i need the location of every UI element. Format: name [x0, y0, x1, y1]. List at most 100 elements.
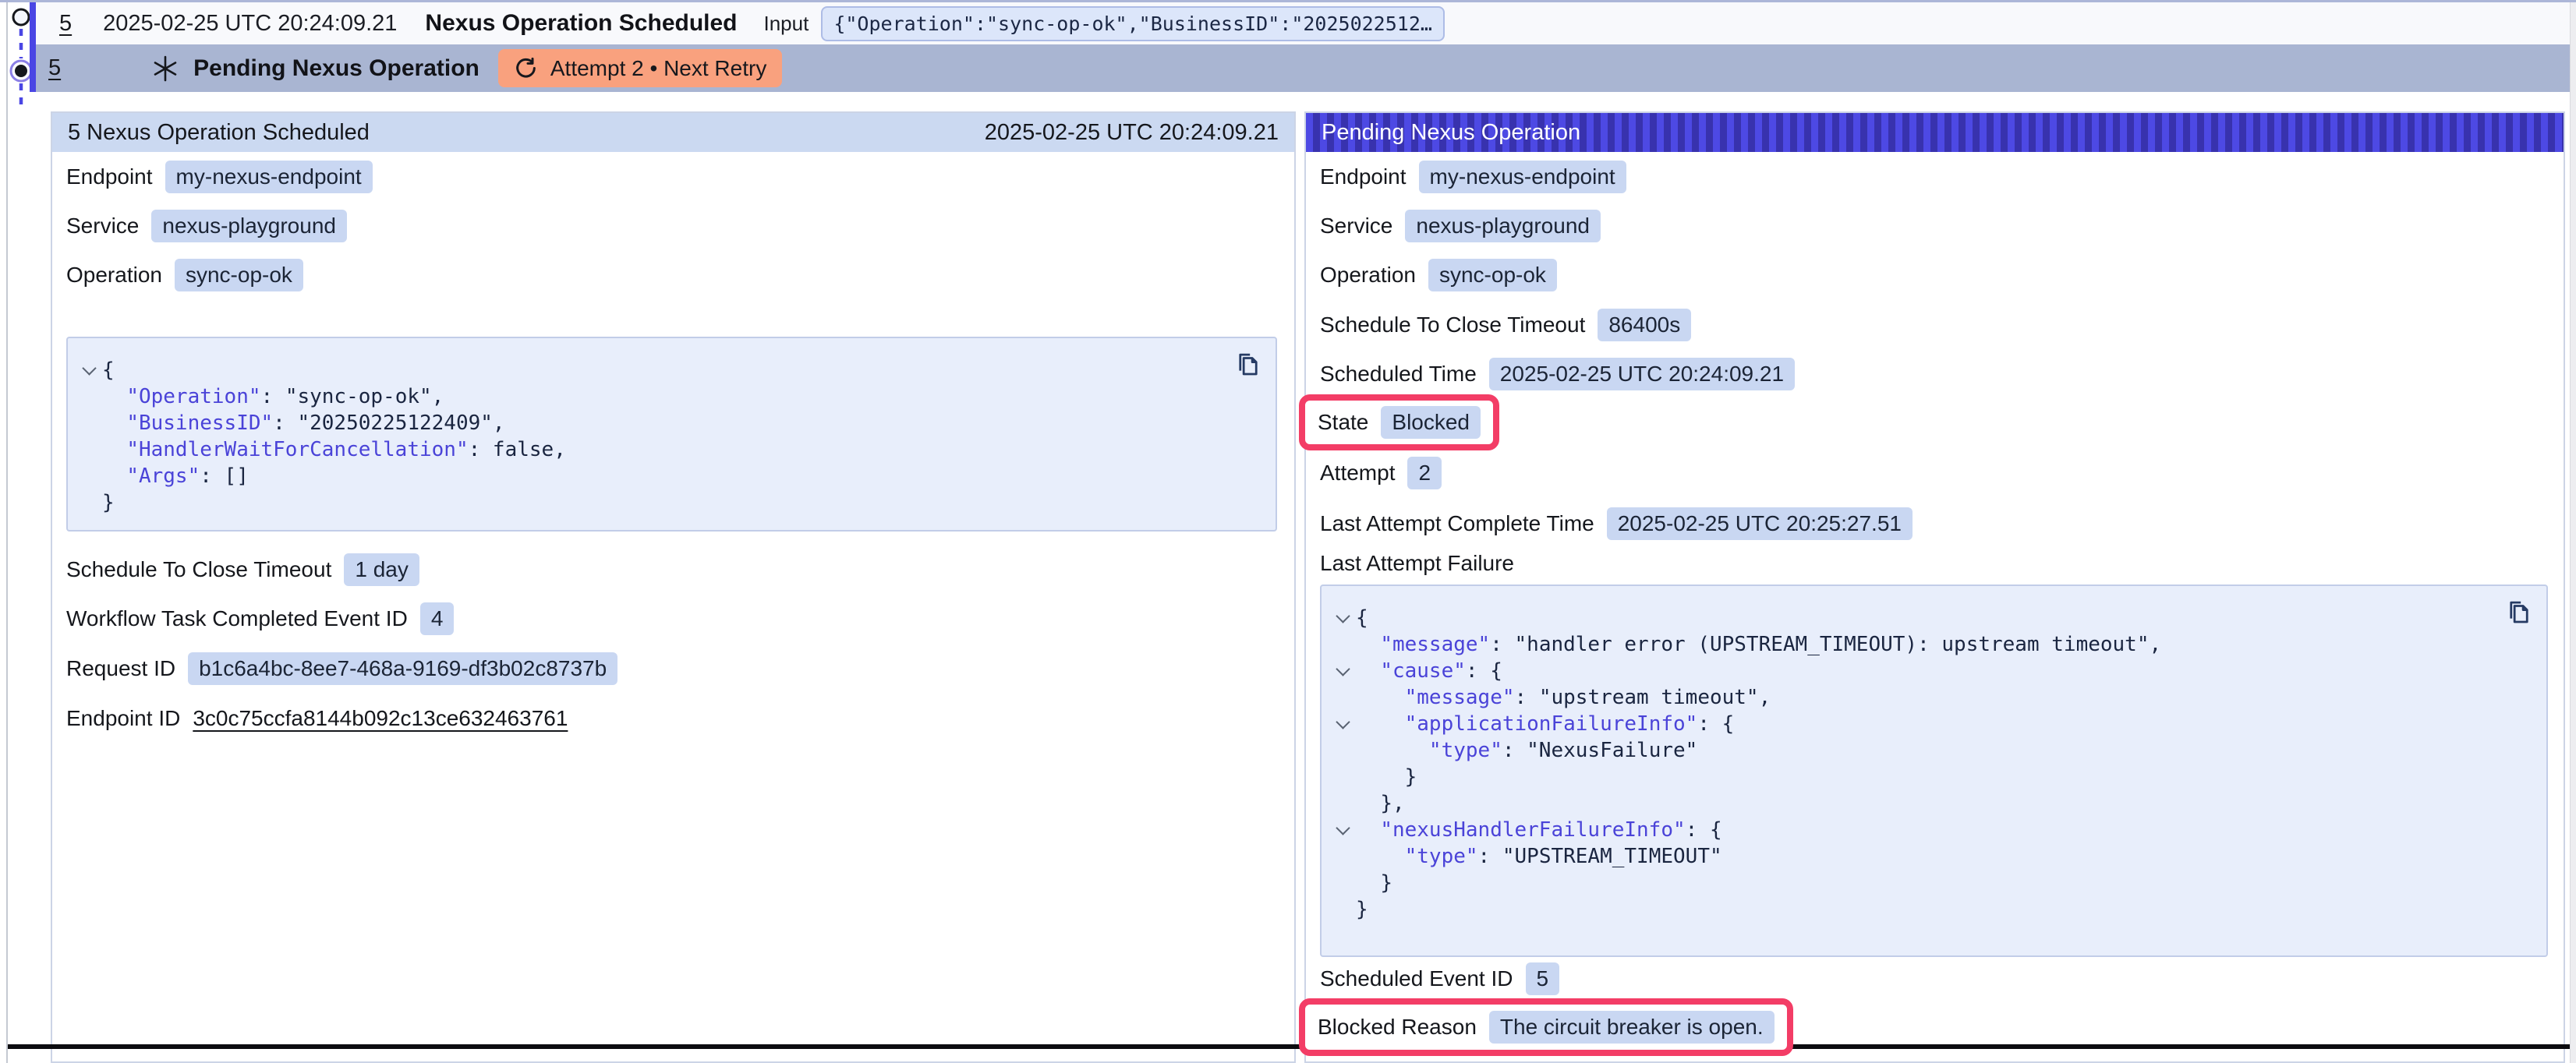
json-text — [1356, 737, 1429, 764]
field-value-badge: nexus-playground — [1405, 210, 1601, 242]
json-text: "UPSTREAM_TIMEOUT" — [1502, 843, 1722, 870]
code-line: } — [1329, 764, 2500, 790]
code-line: } — [1329, 896, 2500, 923]
json-text — [1356, 790, 1380, 817]
collapse-gutter[interactable] — [1329, 721, 1356, 727]
retry-icon — [514, 56, 538, 80]
event-id-link[interactable]: 5 — [59, 11, 72, 37]
field-label: Attempt — [1320, 461, 1395, 486]
event-title: Nexus Operation Scheduled — [425, 10, 737, 37]
copy-button[interactable] — [1233, 351, 1263, 382]
json-text — [1356, 843, 1405, 870]
json-key: "message" — [1405, 684, 1515, 711]
code-line: "applicationFailureInfo": { — [1329, 711, 2500, 737]
json-text: false, — [493, 436, 566, 463]
chevron-down-icon[interactable] — [1336, 662, 1350, 676]
field-value-badge: nexus-playground — [151, 210, 347, 242]
code-line: "type": "NexusFailure" — [1329, 737, 2500, 764]
field-value-badge: 1 day — [344, 553, 419, 586]
json-text: } — [1356, 896, 1368, 923]
scheduled-field-row: Schedule To Close Timeout 1 day — [66, 553, 419, 586]
json-key: "BusinessID" — [126, 410, 273, 436]
field-label: Scheduled Event ID — [1320, 966, 1513, 991]
event-id-link[interactable]: 5 — [48, 55, 61, 81]
event-timestamp: 2025-02-25 UTC 20:24:09.21 — [103, 11, 397, 37]
field-label: Service — [1320, 214, 1392, 238]
json-text: "20250225122409", — [297, 410, 504, 436]
field-label: Schedule To Close Timeout — [66, 557, 331, 582]
input-label: Input — [764, 12, 809, 36]
event-row-scheduled[interactable]: 5 2025-02-25 UTC 20:24:09.21 Nexus Opera… — [36, 2, 2570, 44]
json-text: : — [1466, 658, 1490, 684]
field-value-badge: 86400s — [1598, 309, 1691, 341]
json-text: [] — [225, 463, 249, 489]
json-text: : — [273, 410, 297, 436]
json-text: } — [1405, 764, 1417, 790]
pending-field-row: Scheduled Time2025-02-25 UTC 20:24:09.21 — [1320, 358, 1795, 390]
failure-json-lines: { "message": "handler error (UPSTREAM_TI… — [1322, 586, 2546, 941]
scheduled-field-row: Servicenexus-playground — [66, 210, 347, 242]
scrollbar-track[interactable] — [2570, 2, 2576, 1063]
retry-badge-label: Attempt 2 • Next Retry — [550, 56, 766, 81]
json-text: : — [1697, 711, 1721, 737]
collapse-gutter[interactable] — [1329, 615, 1356, 621]
field-label: Endpoint — [66, 164, 153, 189]
field-value-badge: 2 — [1407, 457, 1442, 489]
input-json-lines: { "Operation": "sync-op-ok", "BusinessID… — [68, 338, 1276, 535]
code-line: "BusinessID": "20250225122409", — [76, 410, 1229, 436]
json-text — [1356, 658, 1380, 684]
field-label: Request ID — [66, 656, 175, 681]
input-preview-chip[interactable]: {"Operation":"sync-op-ok","BusinessID":"… — [821, 6, 1445, 41]
scheduled-card-header: 5 Nexus Operation Scheduled 2025-02-25 U… — [52, 113, 1294, 152]
code-line: "message": "handler error (UPSTREAM_TIME… — [1329, 631, 2500, 658]
field-label: Schedule To Close Timeout — [1320, 313, 1585, 337]
event-history-screen: 5 2025-02-25 UTC 20:24:09.21 Nexus Opera… — [0, 0, 2576, 1063]
json-text: { — [1490, 658, 1502, 684]
pending-card-body: Endpointmy-nexus-endpointServicenexus-pl… — [1306, 152, 2564, 1061]
json-text — [102, 463, 126, 489]
state-value-badge: Blocked — [1381, 406, 1481, 439]
collapse-gutter[interactable] — [76, 367, 102, 373]
pending-event-title: Pending Nexus Operation — [193, 55, 479, 82]
field-value-badge: 2025-02-25 UTC 20:25:27.51 — [1607, 507, 1913, 540]
collapse-gutter[interactable] — [1329, 827, 1356, 833]
json-text — [1356, 684, 1405, 711]
field-value-badge: my-nexus-endpoint — [1419, 161, 1626, 193]
field-label: Last Attempt Complete Time — [1320, 511, 1594, 536]
code-line: { — [1329, 605, 2500, 631]
window-left-border — [6, 2, 8, 1063]
event-row-pending[interactable]: 5 Pending Nexus Operation Attempt 2 • Ne… — [36, 44, 2570, 92]
chevron-down-icon[interactable] — [1336, 715, 1350, 729]
json-text: }, — [1380, 790, 1404, 817]
json-text: : — [1490, 631, 1514, 658]
field-value-link[interactable]: 3c0c75ccfa8144b092c13ce632463761 — [193, 706, 568, 731]
code-line: { — [76, 357, 1229, 383]
pending-field-row: Service nexus-playground — [1320, 210, 1601, 242]
pending-field-row: Scheduled Event ID 5 — [1320, 962, 1559, 995]
field-value-badge: b1c6a4bc-8ee7-468a-9169-df3b02c8737b — [188, 652, 617, 685]
json-text: "sync-op-ok", — [285, 383, 444, 410]
chevron-down-icon[interactable] — [1336, 609, 1350, 623]
code-line: "type": "UPSTREAM_TIMEOUT" — [1329, 843, 2500, 870]
copy-button[interactable] — [2504, 599, 2534, 630]
scheduled-card-body: Endpointmy-nexus-endpointServicenexus-pl… — [52, 152, 1294, 1061]
json-key: "Args" — [126, 463, 200, 489]
field-label: Endpoint ID — [66, 706, 180, 731]
json-key: "Operation" — [126, 383, 260, 410]
json-key: "type" — [1405, 843, 1478, 870]
json-text — [102, 410, 126, 436]
scheduled-card-time: 2025-02-25 UTC 20:24:09.21 — [985, 120, 1279, 146]
scheduled-card-title: 5 Nexus Operation Scheduled — [68, 120, 370, 146]
field-value-badge: 5 — [1526, 962, 1560, 995]
scheduled-field-row: Endpoint ID 3c0c75ccfa8144b092c13ce632463… — [66, 706, 568, 731]
collapse-gutter[interactable] — [1329, 668, 1356, 674]
field-label: Scheduled Time — [1320, 362, 1477, 387]
json-text — [1356, 817, 1380, 843]
json-text: "NexusFailure" — [1527, 737, 1697, 764]
json-text: { — [1722, 711, 1735, 737]
chevron-down-icon[interactable] — [82, 361, 96, 375]
json-text — [1356, 711, 1405, 737]
json-key: "type" — [1429, 737, 1502, 764]
chevron-down-icon[interactable] — [1336, 821, 1350, 835]
pending-field-row: Last Attempt Complete Time 2025-02-25 UTC… — [1320, 507, 1913, 540]
